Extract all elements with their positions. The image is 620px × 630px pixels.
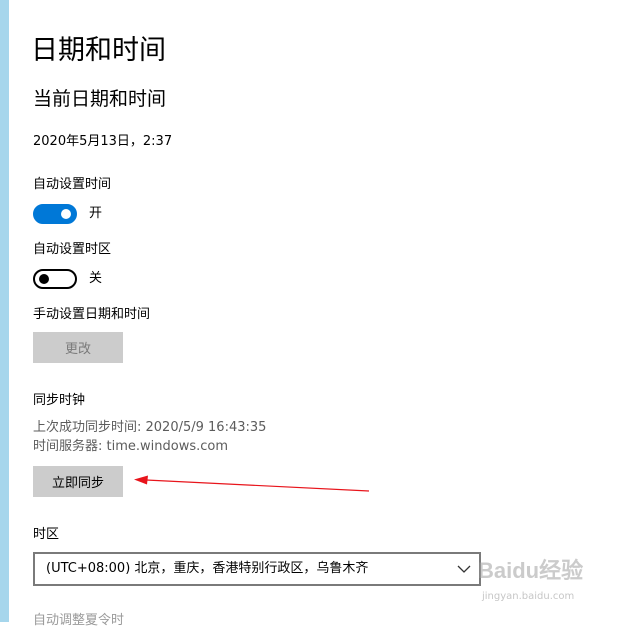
toggle-knob	[39, 274, 49, 284]
watermark-url: jingyan.baidu.com	[482, 591, 575, 602]
auto-timezone-label: 自动设置时区	[33, 242, 112, 257]
sync-now-button[interactable]: 立即同步	[33, 466, 123, 497]
daylight-saving-label: 自动调整夏令时	[33, 613, 125, 628]
chevron-down-icon	[457, 561, 471, 580]
current-datetime-value: 2020年5月13日，2:37	[33, 134, 173, 149]
auto-time-state: 开	[89, 206, 103, 221]
last-sync-text: 上次成功同步时间: 2020/5/9 16:43:35	[33, 420, 267, 435]
current-datetime-heading: 当前日期和时间	[33, 88, 167, 110]
timezone-selected-value: (UTC+08:00) 北京，重庆，香港特别行政区，乌鲁木齐	[46, 561, 369, 576]
page-title: 日期和时间	[31, 35, 166, 66]
baidu-watermark: Baidu经验 jingyan.baidu.com	[478, 555, 618, 611]
auto-time-label: 自动设置时间	[33, 177, 112, 192]
window-left-strip	[0, 0, 9, 622]
time-server-text: 时间服务器: time.windows.com	[33, 439, 229, 454]
auto-timezone-toggle[interactable]	[33, 269, 77, 289]
auto-time-toggle[interactable]	[33, 204, 77, 224]
toggle-knob	[61, 209, 71, 219]
auto-timezone-state: 关	[89, 271, 103, 286]
sync-clock-label: 同步时钟	[33, 393, 86, 408]
timezone-dropdown[interactable]: (UTC+08:00) 北京，重庆，香港特别行政区，乌鲁木齐	[33, 552, 481, 586]
watermark-logo: Baidu经验	[478, 558, 584, 583]
timezone-label: 时区	[33, 527, 60, 542]
manual-datetime-label: 手动设置日期和时间	[33, 307, 151, 322]
change-button[interactable]: 更改	[33, 332, 123, 363]
